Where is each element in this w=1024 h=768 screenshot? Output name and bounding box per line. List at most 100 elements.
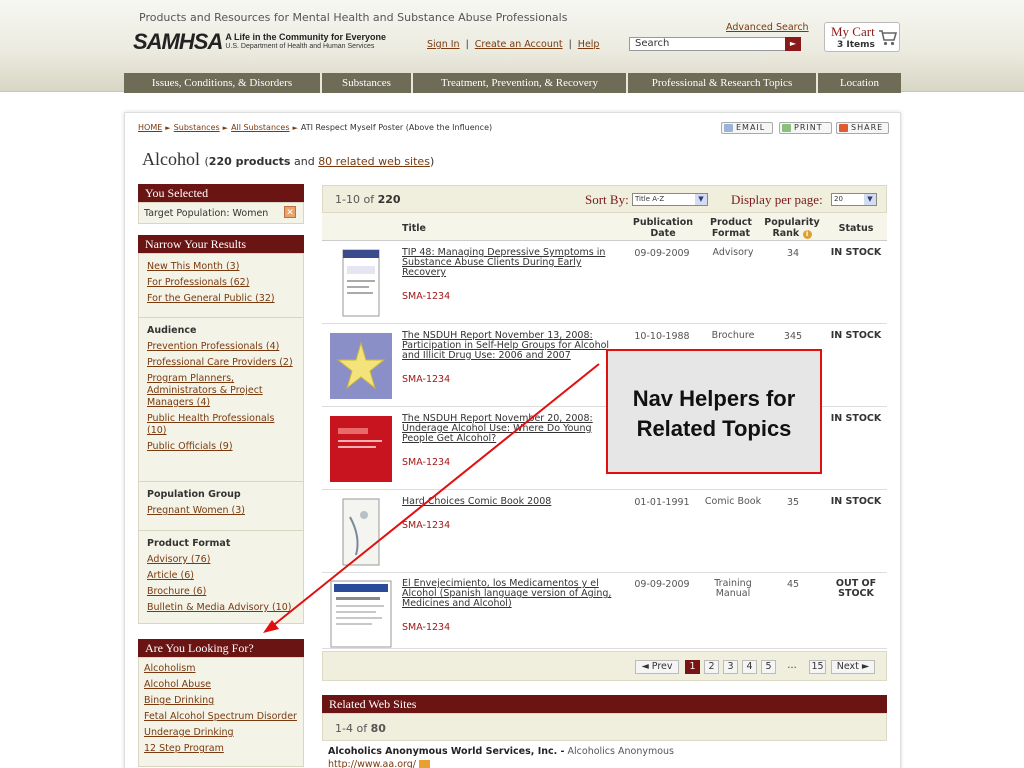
related-topic-link[interactable]: Alcohol Abuse	[144, 679, 298, 691]
filter-link[interactable]: Article (6)	[147, 570, 295, 582]
page-button[interactable]: 4	[742, 660, 757, 674]
help-link[interactable]: Help	[578, 39, 600, 50]
arrow-right-icon: ►	[789, 39, 797, 48]
breadcrumb-arrow-icon: ►	[292, 124, 298, 132]
filter-group-general: New This Month (3) For Professionals (62…	[139, 254, 303, 318]
product-code: SMA-1234	[402, 374, 451, 385]
col-status[interactable]: Status	[830, 223, 882, 234]
sign-in-link[interactable]: Sign In	[427, 39, 460, 50]
filter-link[interactable]: Program Planners, Administrators & Proje…	[147, 373, 295, 409]
related-total: 80	[370, 722, 386, 735]
col-rank[interactable]: Popularity Rank i	[762, 217, 822, 239]
filter-link[interactable]: Advisory (76)	[147, 554, 295, 566]
advanced-search-link[interactable]: Advanced Search	[726, 22, 809, 33]
callout-box: Nav Helpers for Related Topics	[606, 349, 822, 474]
nav-tab-treatment[interactable]: Treatment, Prevention, & Recovery	[413, 73, 628, 93]
related-sites-link[interactable]: 80 related web sites	[318, 155, 430, 168]
related-topic-link[interactable]: Underage Drinking	[144, 727, 298, 739]
email-button[interactable]: EMAIL	[721, 122, 773, 134]
page-title-name: Alcohol	[142, 149, 200, 169]
prev-page-button[interactable]: ◄ Prev	[635, 660, 679, 674]
samhsa-logo[interactable]: SAMHSA A Life in the Community for Every…	[133, 29, 386, 54]
breadcrumb-current: ATI Respect Myself Poster (Above the Inf…	[300, 123, 493, 132]
search-input[interactable]: Search	[629, 37, 801, 51]
page-button[interactable]: 15	[809, 660, 826, 674]
nav-tab-professional[interactable]: Professional & Research Topics	[628, 73, 818, 93]
per-page-value: 20	[834, 195, 843, 203]
product-rank: 45	[786, 579, 800, 590]
close-icon[interactable]: ✕	[284, 206, 296, 218]
breadcrumb-home[interactable]: HOME	[138, 123, 162, 132]
callout-line2: Related Topics	[636, 416, 792, 441]
create-account-link[interactable]: Create an Account	[475, 39, 563, 50]
product-thumbnail[interactable]	[330, 248, 392, 318]
related-topic-link[interactable]: Binge Drinking	[144, 695, 298, 707]
filter-link[interactable]: For Professionals (62)	[147, 277, 295, 289]
filter-link[interactable]: Prevention Professionals (4)	[147, 341, 295, 353]
paren-close: )	[429, 155, 435, 168]
site-tagline: Products and Resources for Mental Health…	[139, 11, 568, 24]
page-title-count: (220 products and 80 related web sites)	[205, 155, 435, 168]
filter-link[interactable]: For the General Public (32)	[147, 293, 295, 305]
breadcrumb-arrow-icon: ►	[222, 124, 229, 132]
filter-link[interactable]: Brochure (6)	[147, 586, 295, 598]
info-icon: i	[802, 230, 812, 239]
product-thumbnail[interactable]	[330, 414, 392, 484]
filter-link[interactable]: Public Officials (9)	[147, 441, 295, 453]
col-date[interactable]: Publication Date	[628, 217, 698, 239]
page-button[interactable]: 5	[761, 660, 776, 674]
product-title-link[interactable]: Hard Choices Comic Book 2008	[402, 497, 617, 507]
filter-group-audience: Audience Prevention Professionals (4) Pr…	[139, 318, 303, 482]
cart-button[interactable]: My Cart 3 Items	[824, 22, 900, 52]
related-site-link[interactable]: http://www.aa.org/	[328, 759, 431, 768]
col-title[interactable]: Title	[402, 223, 426, 234]
nav-tab-location[interactable]: Location	[818, 73, 901, 93]
search-button[interactable]: ►	[785, 37, 801, 51]
callout-line1: Nav Helpers for	[632, 386, 796, 411]
nav-tab-substances[interactable]: Substances	[322, 73, 413, 93]
product-rank: 35	[786, 497, 800, 508]
product-thumbnail[interactable]	[330, 331, 392, 401]
product-date: 09-09-2009	[634, 579, 690, 590]
filter-group-title: Population Group	[147, 489, 241, 500]
table-row: El Envejecimiento, los Medicamentos y el…	[322, 573, 887, 649]
logo-subtitle: A Life in the Community for Everyone U.S…	[225, 32, 386, 52]
product-thumbnail[interactable]	[330, 497, 392, 567]
share-label: SHARE	[851, 123, 884, 132]
filter-link[interactable]: Public Health Professionals (10)	[147, 413, 295, 437]
product-title-link[interactable]: El Envejecimiento, los Medicamentos y el…	[402, 579, 617, 609]
related-topic-link[interactable]: Fetal Alcohol Spectrum Disorder	[144, 711, 298, 723]
sort-value: Title A-Z	[635, 195, 665, 203]
related-topic-link[interactable]: 12 Step Program	[144, 743, 298, 755]
product-title-link[interactable]: TIP 48: Managing Depressive Symptoms in …	[402, 248, 617, 278]
sort-select[interactable]: Title A-Z ▼	[632, 193, 708, 206]
filter-link[interactable]: Professional Care Providers (2)	[147, 357, 295, 369]
product-title-link[interactable]: The NSDUH Report November 13, 2008: Part…	[402, 331, 617, 361]
product-title-link[interactable]: The NSDUH Report November 20, 2008: Unde…	[402, 414, 617, 444]
filter-link[interactable]: New This Month (3)	[147, 261, 295, 273]
per-page-label: Display per page:	[731, 192, 823, 207]
product-status: OUT OF STOCK	[835, 578, 877, 599]
print-button[interactable]: PRINT	[779, 122, 832, 134]
related-site-name: Alcoholics Anonymous World Services, Inc…	[328, 746, 565, 757]
filter-link[interactable]: Pregnant Women (3)	[147, 505, 295, 517]
looking-for-header: Are You Looking For?	[138, 639, 304, 657]
breadcrumb-all-substances[interactable]: All Substances	[231, 123, 289, 132]
filter-link[interactable]: Bulletin & Media Advisory (10)	[147, 602, 295, 614]
breadcrumb-substances[interactable]: Substances	[174, 123, 220, 132]
per-page-select[interactable]: 20 ▼	[831, 193, 877, 206]
next-page-button[interactable]: Next ►	[831, 660, 875, 674]
share-button[interactable]: SHARE	[836, 122, 889, 134]
col-format[interactable]: Product Format	[704, 217, 758, 239]
related-topic-link[interactable]: Alcoholism	[144, 663, 298, 675]
product-status: IN STOCK	[830, 330, 882, 341]
page-button[interactable]: 2	[704, 660, 719, 674]
callout-text: Nav Helpers for Related Topics	[608, 384, 820, 444]
looking-for-box: Alcoholism Alcohol Abuse Binge Drinking …	[138, 657, 304, 767]
selected-filter: Target Population: Women	[144, 208, 269, 219]
page-button-current[interactable]: 1	[685, 660, 700, 674]
product-thumbnail[interactable]	[330, 579, 392, 649]
page-button[interactable]: 3	[723, 660, 738, 674]
nav-tab-issues[interactable]: Issues, Conditions, & Disorders	[124, 73, 322, 93]
product-status: IN STOCK	[830, 247, 882, 258]
